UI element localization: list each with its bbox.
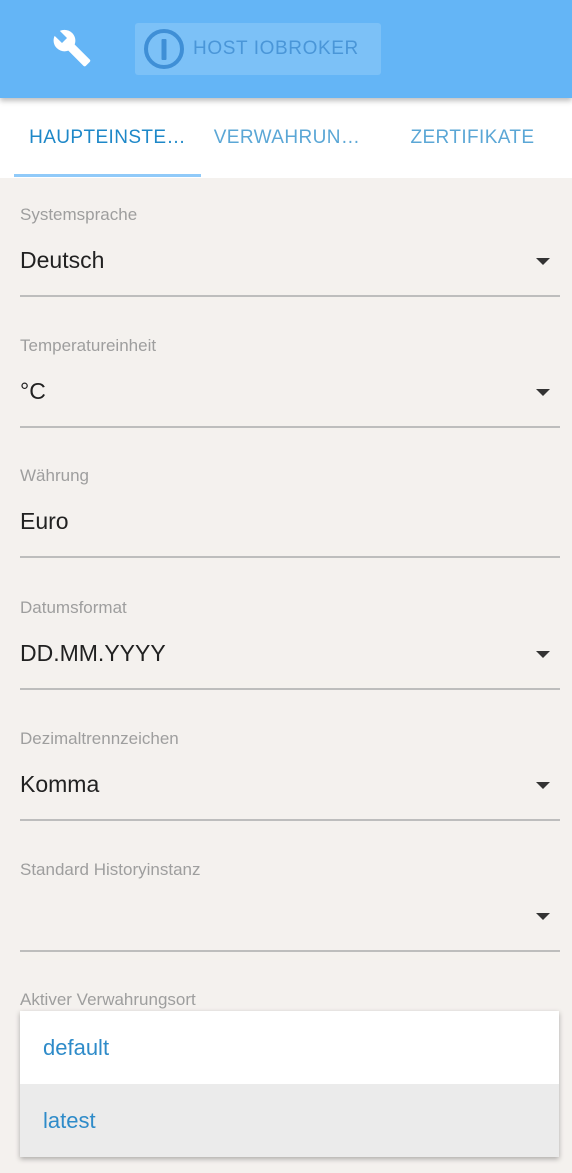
dropdown-arrow-icon bbox=[536, 651, 550, 658]
field-underline bbox=[20, 426, 560, 428]
tab-indicator bbox=[14, 174, 201, 177]
wrench-icon[interactable] bbox=[52, 28, 92, 68]
field-value: Euro bbox=[20, 508, 69, 534]
repository-dropdown-menu: default latest bbox=[20, 1011, 559, 1157]
field-label: Währung bbox=[20, 466, 89, 485]
app-bar: HOST IOBROKER bbox=[0, 0, 572, 98]
tab-verwahrungsorte[interactable]: VERWAHRUN… bbox=[201, 98, 373, 178]
temperature-unit-select[interactable]: Temperatureinheit °C bbox=[20, 309, 560, 440]
host-selector-button[interactable]: HOST IOBROKER bbox=[135, 23, 381, 75]
field-underline bbox=[20, 688, 560, 690]
menu-item-default[interactable]: default bbox=[20, 1011, 559, 1084]
field-label: Aktiver Verwahrungsort bbox=[20, 990, 196, 1009]
date-format-select[interactable]: Datumsformat DD.MM.YYYY bbox=[20, 571, 560, 702]
field-label: Datumsformat bbox=[20, 598, 127, 617]
field-value: Deutsch bbox=[20, 247, 105, 273]
field-underline bbox=[20, 556, 560, 558]
field-underline bbox=[20, 295, 560, 297]
system-language-select[interactable]: Systemsprache Deutsch bbox=[20, 178, 560, 309]
iobroker-logo-icon bbox=[143, 28, 185, 70]
host-label: HOST IOBROKER bbox=[193, 38, 359, 59]
dropdown-arrow-icon bbox=[536, 258, 550, 265]
tab-haupteinstellungen[interactable]: HAUPTEINSTE… bbox=[14, 98, 201, 178]
dropdown-arrow-icon bbox=[536, 389, 550, 396]
field-label: Standard Historyinstanz bbox=[20, 860, 201, 879]
decimal-separator-select[interactable]: Dezimaltrennzeichen Komma bbox=[20, 702, 560, 833]
field-value: Komma bbox=[20, 771, 100, 797]
tab-zertifikate[interactable]: ZERTIFIKATE bbox=[373, 98, 572, 178]
field-underline bbox=[20, 950, 560, 952]
field-label: Temperatureinheit bbox=[20, 336, 157, 355]
dropdown-arrow-icon bbox=[536, 913, 550, 920]
field-value: DD.MM.YYYY bbox=[20, 640, 166, 666]
field-value: °C bbox=[20, 378, 46, 404]
dropdown-arrow-icon bbox=[536, 782, 550, 789]
settings-tabs: HAUPTEINSTE… VERWAHRUN… ZERTIFIKATE bbox=[0, 98, 572, 178]
default-history-select[interactable]: Standard Historyinstanz bbox=[20, 833, 560, 964]
field-label: Dezimaltrennzeichen bbox=[20, 729, 179, 748]
currency-input[interactable]: Währung Euro bbox=[20, 439, 560, 570]
menu-item-latest[interactable]: latest bbox=[20, 1084, 559, 1157]
field-underline bbox=[20, 819, 560, 821]
field-label: Systemsprache bbox=[20, 205, 138, 224]
